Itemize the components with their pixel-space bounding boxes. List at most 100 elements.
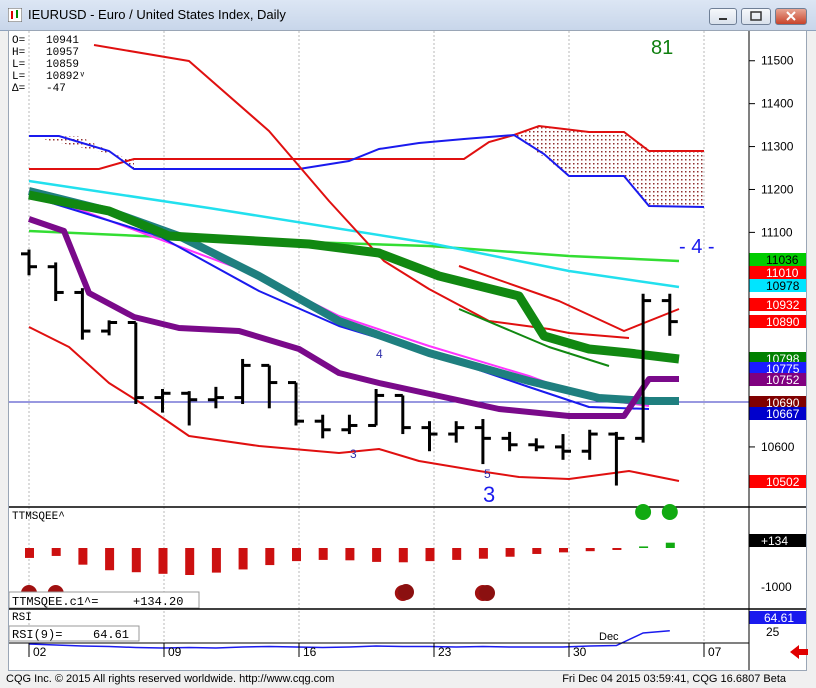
ohlc-bar <box>234 358 251 405</box>
ttm-histogram-bar <box>398 548 408 563</box>
minimize-button[interactable] <box>709 8 737 25</box>
squeeze-dot-green <box>661 504 678 520</box>
price-label-text: 10890 <box>766 315 800 329</box>
ohlc-row-value: 10941 <box>46 35 79 47</box>
wave-annotations: 81- 4 -3435 <box>350 37 715 507</box>
price-label-text: 10667 <box>766 407 800 421</box>
ohlc-bar <box>474 419 491 465</box>
squeeze-dot-green <box>635 504 652 520</box>
price-label: 10752 <box>749 373 806 387</box>
price-label-text: 10752 <box>766 373 800 387</box>
rsi-title: RSI <box>12 612 32 624</box>
ttm-histogram-bar <box>265 548 275 566</box>
ttm-histogram-bar <box>105 548 115 571</box>
wave-3-label: 3 <box>483 482 495 507</box>
price-label-text: 10978 <box>766 279 800 293</box>
ttm-histogram-bar <box>238 548 248 570</box>
window-titlebar: IEURUSD - Euro / United States Index, Da… <box>0 0 816 31</box>
date-tick-label: 30 <box>573 645 587 659</box>
ttm-histogram-bar <box>292 548 301 562</box>
date-tick-label: 16 <box>303 645 317 659</box>
ohlc-bar <box>288 381 304 426</box>
ichimoku-cloud <box>29 124 705 208</box>
price-tick-label: 11100 <box>761 225 793 239</box>
ohlc-bar <box>74 288 91 340</box>
maximize-icon <box>750 11 762 21</box>
price-label-text: 11010 <box>766 266 799 280</box>
ttm-histogram-bar <box>665 542 675 548</box>
ohlc-row-label: O= <box>12 35 25 47</box>
ohlc-row-value: 10859 <box>46 59 79 71</box>
chart-app-icon <box>8 8 22 22</box>
ohlc-bar <box>501 431 518 452</box>
ttm-histogram-bar <box>78 548 88 565</box>
price-tick-label: 11500 <box>761 54 794 68</box>
ohlc-bar <box>528 438 545 452</box>
price-label: 11010 <box>749 266 806 280</box>
ttm-histogram-bar <box>185 548 195 575</box>
ohlc-bar <box>207 386 224 409</box>
ohlc-bar <box>21 249 37 276</box>
ttm-histogram-bar <box>532 548 542 554</box>
price-label-text: 11036 <box>766 253 799 267</box>
moving-averages <box>28 44 680 482</box>
ohlc-bar <box>314 414 331 439</box>
ohlc-bar <box>181 391 198 426</box>
squeeze-dot-red <box>398 584 414 600</box>
chart-canvas[interactable]: 81- 4 -3435 1150011400113001120011100106… <box>9 31 807 671</box>
ohlc-bar <box>448 421 465 443</box>
price-label-text: 10932 <box>766 298 800 312</box>
ohlc-row-value: -47 <box>46 83 66 95</box>
chart-window[interactable]: 81- 4 -3435 11500 11400 11300 11200 11100 106… <box>8 30 807 671</box>
rsi-tick-label: 25 <box>766 625 780 639</box>
rsi-readout-name: RSI(9)= <box>12 628 62 642</box>
wave-4-label: - 4 - <box>679 236 715 258</box>
copyright-text: CQG Inc. © 2015 All rights reserved worl… <box>6 673 335 685</box>
ohlc-row-label: Δ= <box>12 83 25 95</box>
ttm-histogram-bar <box>318 548 328 560</box>
ttm-readout-value: +134.20 <box>133 595 183 609</box>
price-label: 10890 <box>749 315 806 329</box>
price-label-text: 10502 <box>766 475 800 489</box>
ttm-histogram-bar <box>639 546 649 548</box>
price-tick-label: 11300 <box>761 140 794 154</box>
ohlc-row-value: 10957 <box>46 47 79 59</box>
ohlc-bar <box>47 262 64 302</box>
rsi-value-label: 64.61 <box>764 611 794 625</box>
ttm-histogram-bar <box>51 548 61 556</box>
date-tick-label: 07 <box>708 645 722 659</box>
maximize-button[interactable] <box>741 8 771 25</box>
ma-red-upper <box>93 44 630 339</box>
ma-cyan <box>28 179 680 289</box>
status-footer: CQG Inc. © 2015 All rights reserved worl… <box>0 671 816 688</box>
rsi-panel: RSIRSI(9)= 64.6164.6125Dec <box>9 608 806 649</box>
ttm-histogram-bar <box>158 548 168 574</box>
squeeze-dot-red <box>479 585 495 601</box>
scroll-right-arrow[interactable] <box>790 645 808 664</box>
ohlc-row-label: L= <box>12 59 25 71</box>
ttm-histogram-bar <box>425 548 435 562</box>
close-icon <box>786 11 796 21</box>
price-label: 10502 <box>749 475 806 489</box>
small-wave-3-label: 3 <box>350 447 357 461</box>
ttm-histogram-bar <box>131 548 141 573</box>
ttm-histogram-bar <box>452 548 462 560</box>
ttm-squeeze-panel: TTMSQEE^ +134 -1000 TTMSQEE.c1^= +134.20 <box>9 504 806 609</box>
price-axis: 11500 11400 11300 11200 11100 10600 1103611010… <box>749 54 806 489</box>
close-button[interactable] <box>775 8 807 25</box>
ohlc-row-label: H= <box>12 47 25 59</box>
ohlc-bar <box>368 389 385 427</box>
ttm-histogram-bar <box>345 548 355 561</box>
window-title: IEURUSD - Euro / United States Index, Da… <box>28 7 286 22</box>
price-label: 10667 <box>749 407 806 421</box>
cloud-fill-2 <box>514 126 704 207</box>
ttm-histogram-bar <box>585 548 595 552</box>
bar-count-label: 81 <box>651 37 673 59</box>
ttm-histogram-bar <box>612 548 622 550</box>
ohlc-bar <box>101 320 118 336</box>
ttm-tick-label: -1000 <box>761 580 792 594</box>
small-wave-5-label: 5 <box>484 467 491 481</box>
small-wave-4-label: 4 <box>376 347 383 361</box>
ttm-histogram-bar <box>372 548 382 562</box>
ttm-histogram-bar <box>505 548 515 557</box>
